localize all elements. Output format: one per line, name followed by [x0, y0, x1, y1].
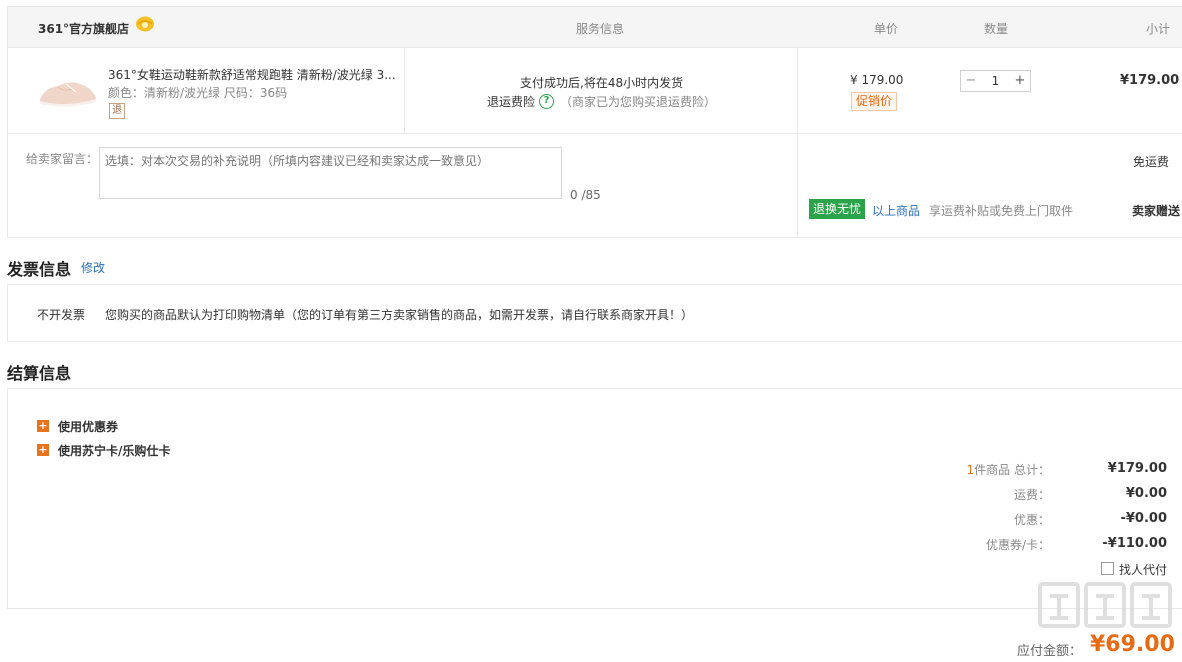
insurance-info: 退运费险 ? （商家已为您购买退运费险）	[487, 93, 716, 110]
seller-message-input[interactable]	[99, 147, 562, 199]
unit-price: ¥ 179.00	[850, 73, 904, 87]
settlement-section-title: 结算信息	[7, 364, 72, 383]
seller-gift-label: 卖家赠送	[1132, 204, 1181, 218]
shop-badge-icon	[136, 16, 154, 32]
discount-value: -¥0.00	[1120, 511, 1167, 526]
quantity-value[interactable]: 1	[981, 74, 1010, 88]
header-service: 服务信息	[576, 22, 625, 36]
product-title[interactable]: 361°女鞋运动鞋新款舒适常规跑鞋 清新粉/波光绿 3...	[108, 66, 398, 83]
invoice-section-title: 发票信息	[7, 260, 72, 279]
header-quantity: 数量	[984, 22, 1009, 36]
shipping-value: ¥0.00	[1125, 486, 1167, 501]
invoice-edit-link[interactable]: 修改	[81, 259, 105, 276]
use-card-option[interactable]: 使用苏宁卡/乐购仕卡	[58, 442, 170, 459]
expand-plus-icon[interactable]: +	[37, 420, 49, 432]
insurance-note: （商家已为您购买退运费险）	[560, 95, 717, 109]
proxy-pay-label[interactable]: 找人代付	[1119, 561, 1167, 578]
help-icon[interactable]: ?	[539, 94, 555, 109]
message-counter: 0 /85	[570, 188, 601, 202]
invoice-text: 您购买的商品默认为打印购物清单（您的订单有第三方卖家销售的商品，如需开发票，请自…	[105, 308, 694, 322]
divider	[797, 48, 798, 238]
invoice-type: 不开发票	[37, 308, 86, 322]
worry-free-badge: 退换无忧	[809, 199, 866, 219]
invoice-box: 不开发票 您购买的商品默认为打印购物清单（您的订单有第三方卖家销售的商品，如需开…	[7, 284, 1182, 342]
quantity-minus-button[interactable]: −	[961, 71, 981, 91]
quantity-stepper: − 1 +	[960, 70, 1031, 92]
promo-tag: 促销价	[851, 92, 898, 111]
total-label: 1件商品 总计：	[966, 463, 1050, 477]
shop-name[interactable]: 361°官方旗舰店	[38, 20, 129, 37]
free-shipping-label: 免运费	[1133, 155, 1170, 169]
item-subtotal: ¥179.00	[1120, 73, 1180, 88]
coupon-value: -¥110.00	[1102, 536, 1167, 551]
divider	[404, 48, 405, 134]
quantity-plus-button[interactable]: +	[1010, 71, 1030, 91]
insurance-label: 退运费险	[487, 95, 536, 109]
expand-plus-icon[interactable]: +	[37, 444, 49, 456]
delivery-info: 支付成功后,将在48小时内发货	[520, 76, 684, 90]
worry-free-text: 享运费补贴或免费上门取件	[929, 204, 1074, 218]
header-subtotal: 小计	[1146, 22, 1171, 36]
proxy-pay-checkbox[interactable]	[1101, 562, 1114, 575]
coupon-label: 优惠券/卡：	[985, 538, 1050, 552]
refund-tag: 退	[109, 103, 125, 119]
worry-free-link[interactable]: 以上商品	[872, 202, 920, 219]
order-header: 361°官方旗舰店 服务信息 单价 数量 小计	[8, 7, 1182, 48]
shipping-label: 运费：	[1013, 488, 1050, 502]
header-unit-price: 单价	[874, 22, 899, 36]
message-label: 给卖家留言：	[26, 152, 99, 166]
watermark-logo-icon	[1038, 582, 1172, 628]
settlement-box: + 使用优惠券 + 使用苏宁卡/乐购仕卡 1件商品 总计： ¥179.00 运费…	[7, 388, 1182, 609]
order-table: 361°官方旗舰店 服务信息 单价 数量 小计 361°女鞋运动鞋新款舒适常规跑…	[7, 6, 1182, 238]
product-attributes: 颜色：清新粉/波光绿 尺码：36码	[108, 86, 288, 100]
total-value: ¥179.00	[1107, 461, 1167, 476]
discount-label: 优惠：	[1013, 513, 1050, 527]
product-thumbnail[interactable]	[36, 70, 100, 110]
use-coupon-option[interactable]: 使用优惠券	[58, 418, 118, 435]
order-item-row: 361°女鞋运动鞋新款舒适常规跑鞋 清新粉/波光绿 3... 颜色：清新粉/波光…	[8, 48, 1182, 238]
